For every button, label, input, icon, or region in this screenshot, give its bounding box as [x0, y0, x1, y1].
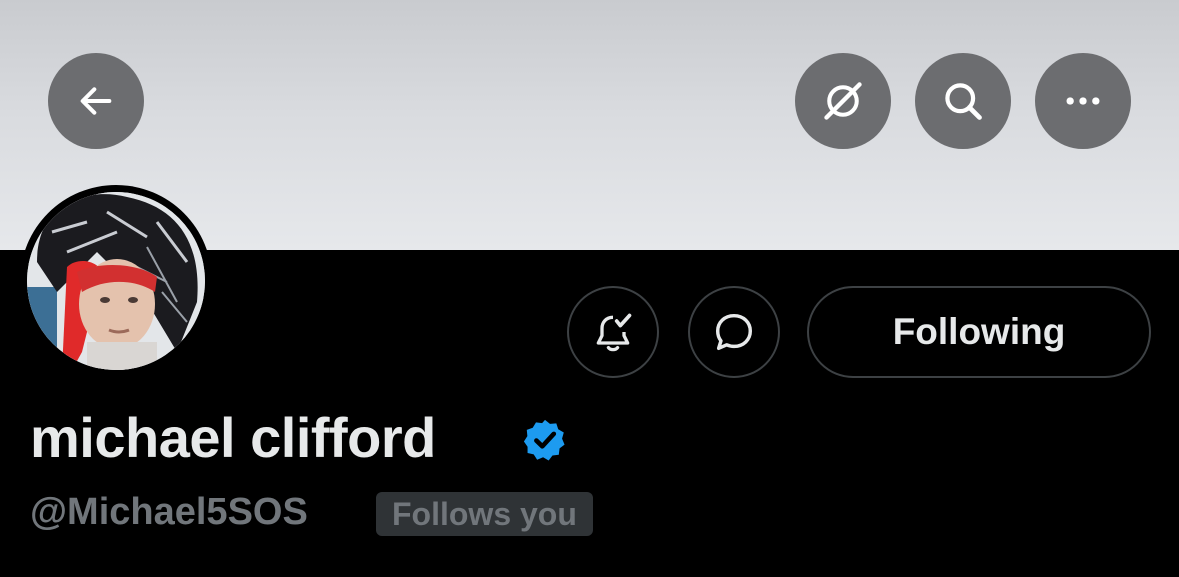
grok-icon	[824, 82, 862, 120]
display-name: michael clifford	[30, 406, 436, 469]
follows-you-label: Follows you	[392, 495, 577, 532]
message-button[interactable]	[688, 286, 780, 378]
more-horizontal-icon	[1066, 97, 1100, 105]
more-button[interactable]	[1035, 53, 1131, 149]
verified-badge-icon	[523, 419, 565, 461]
search-icon	[945, 83, 982, 120]
avatar[interactable]	[27, 192, 205, 370]
follows-you-badge: Follows you	[376, 492, 593, 536]
arrow-left-icon	[80, 87, 112, 115]
search-button[interactable]	[915, 53, 1011, 149]
avatar-image	[27, 192, 205, 370]
profile-handle: @Michael5SOS	[30, 491, 308, 533]
following-button[interactable]: Following	[807, 286, 1151, 378]
notifications-button[interactable]	[567, 286, 659, 378]
message-bubble-icon	[715, 313, 753, 351]
bell-check-icon	[596, 313, 632, 352]
grok-button[interactable]	[795, 53, 891, 149]
back-button[interactable]	[48, 53, 144, 149]
following-label: Following	[892, 311, 1066, 352]
avatar-frame[interactable]	[20, 185, 212, 377]
